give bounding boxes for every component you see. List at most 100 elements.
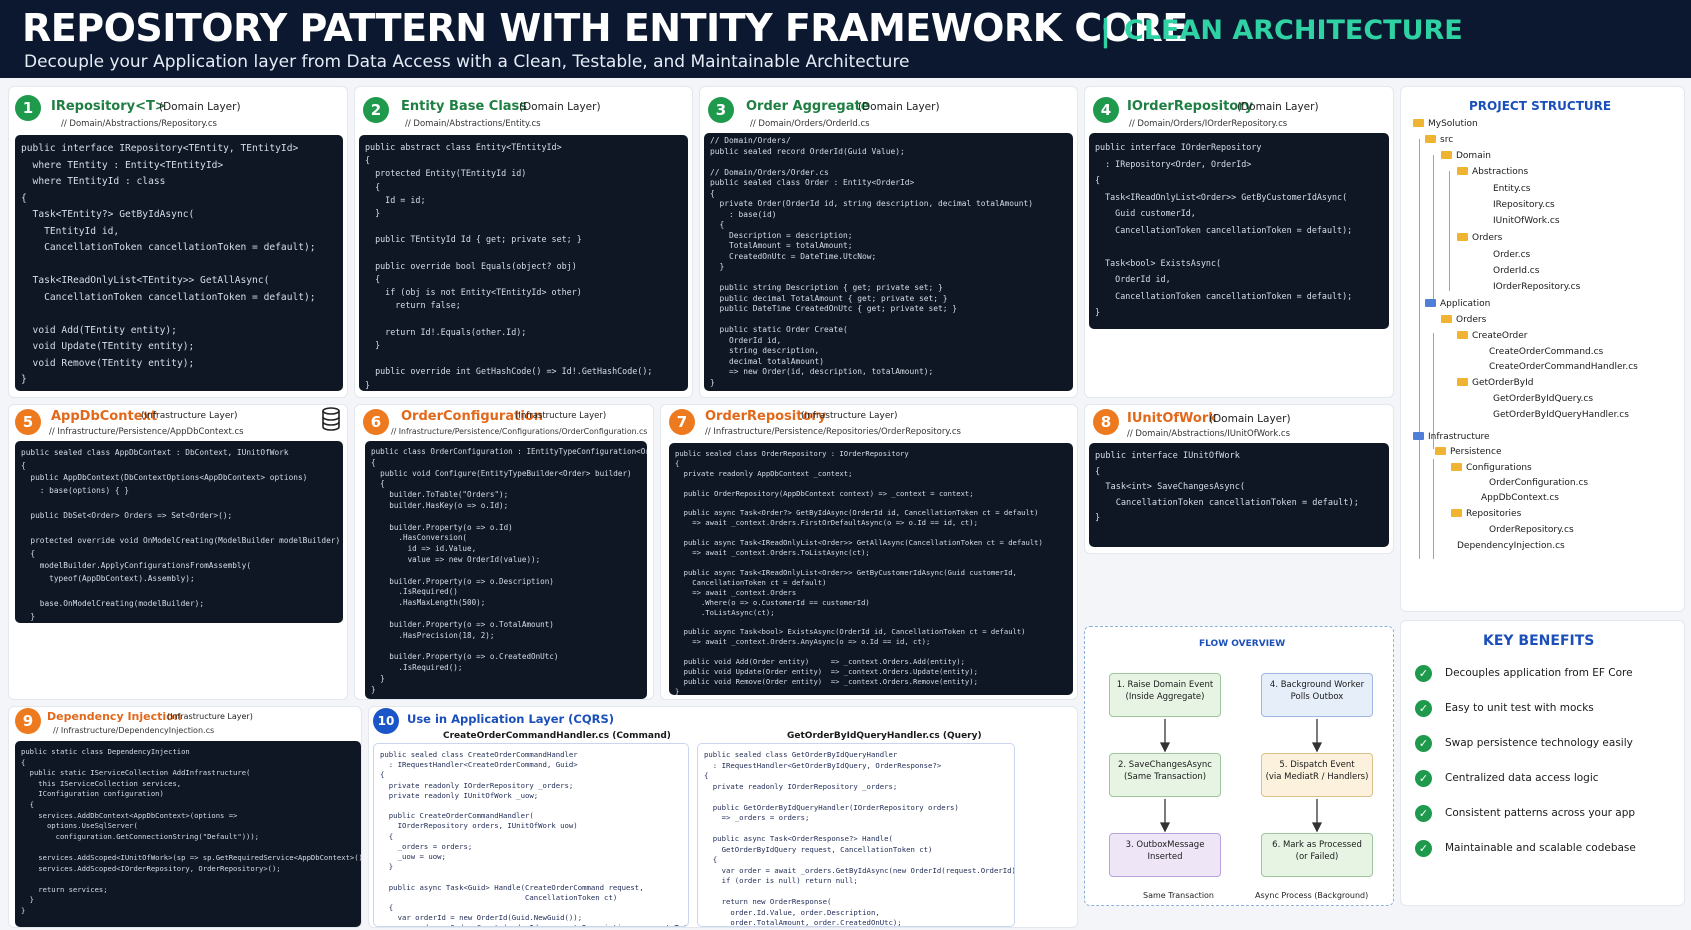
code-block: public sealed class OrderRepository : IO… — [669, 443, 1073, 695]
tree-file[interactable]: DependencyInjection.cs — [1457, 541, 1565, 551]
tree-file[interactable]: CreateOrderCommandHandler.cs — [1489, 362, 1638, 372]
code-block: public class OrderConfiguration : IEntit… — [365, 441, 647, 699]
tree-connector — [1419, 139, 1420, 559]
check-icon: ✓ — [1415, 770, 1432, 787]
tree-label: GetOrderById — [1472, 378, 1534, 388]
code-block: public static class DependencyInjection … — [15, 741, 361, 927]
tree-file[interactable]: Entity.cs — [1493, 184, 1531, 194]
tree-folder[interactable]: src — [1425, 135, 1453, 145]
header-banner: REPOSITORY PATTERN WITH ENTITY FRAMEWORK… — [0, 0, 1691, 78]
tree-file[interactable]: IOrderRepository.cs — [1493, 282, 1580, 292]
tree-label: src — [1440, 135, 1454, 145]
card-order-aggregate: 3 Order Aggregate (Domain Layer) // Doma… — [699, 86, 1078, 398]
card-number: 9 — [15, 708, 41, 734]
tree-folder[interactable]: Application — [1425, 299, 1490, 309]
card-orderrepository: 7 OrderRepository (Infrastructure Layer)… — [660, 404, 1078, 700]
tree-file[interactable]: IUnitOfWork.cs — [1493, 216, 1560, 226]
tree-file[interactable]: GetOrderByIdQueryHandler.cs — [1493, 410, 1629, 420]
tree-folder[interactable]: Domain — [1441, 151, 1491, 161]
folder-icon — [1457, 378, 1468, 386]
tree-folder[interactable]: Configurations — [1451, 463, 1532, 473]
tree-folder[interactable]: CreateOrder — [1457, 331, 1527, 341]
card-path: // Domain/Abstractions/Repository.cs — [61, 119, 217, 129]
code-block: // Domain/Orders/ public sealed record O… — [704, 133, 1073, 391]
tree-folder[interactable]: Persistence — [1435, 447, 1501, 457]
tree-folder[interactable]: Repositories — [1451, 509, 1521, 519]
benefit-item: Maintainable and scalable codebase — [1445, 842, 1636, 854]
database-icon — [322, 407, 340, 431]
tree-file[interactable]: OrderId.cs — [1493, 266, 1539, 276]
card-number: 8 — [1093, 409, 1119, 435]
flow-arrows — [1159, 719, 1323, 833]
check-icon: ✓ — [1415, 735, 1432, 752]
folder-icon — [1457, 167, 1468, 175]
code-block: public interface IOrderRepository : IRep… — [1089, 133, 1389, 329]
card-path: // Domain/Orders/IOrderRepository.cs — [1129, 119, 1288, 129]
card-title: IRepository<T> — [51, 99, 166, 114]
tree-file[interactable]: CreateOrderCommand.cs — [1489, 347, 1603, 357]
card-layer: (Infrastructure Layer) — [801, 411, 898, 421]
card-layer: (Domain Layer) — [1237, 101, 1319, 113]
tree-folder[interactable]: MySolution — [1413, 119, 1478, 129]
card-appdbcontext: 5 AppDbContext (Infrastructure Layer) //… — [8, 404, 348, 700]
flow-overview-panel: FLOW OVERVIEW 1. Raise Domain Event (Insi… — [1084, 626, 1394, 906]
project-structure-panel: PROJECT STRUCTURE MySolution src Domain … — [1400, 86, 1685, 612]
tree-label: Orders — [1472, 233, 1503, 243]
tree-file[interactable]: AppDbContext.cs — [1481, 493, 1559, 503]
page-title: REPOSITORY PATTERN WITH ENTITY FRAMEWORK… — [22, 6, 1188, 50]
folder-icon — [1451, 509, 1462, 517]
query-file-label: GetOrderByIdQueryHandler.cs (Query) — [787, 731, 982, 741]
tree-file[interactable]: OrderRepository.cs — [1489, 525, 1574, 535]
tree-label: Configurations — [1466, 463, 1532, 473]
tree-file[interactable]: IRepository.cs — [1493, 200, 1555, 210]
card-number: 2 — [363, 97, 389, 123]
card-title: Use in Application Layer (CQRS) — [407, 712, 615, 726]
tree-file[interactable]: OrderConfiguration.cs — [1489, 478, 1588, 488]
tree-connector — [1433, 459, 1434, 559]
tree-folder[interactable]: Orders — [1457, 233, 1502, 243]
tree-folder[interactable]: Infrastructure — [1413, 432, 1490, 442]
card-title: IOrderRepository — [1127, 99, 1254, 114]
tree-label: Domain — [1456, 151, 1491, 161]
card-dependency-injection: 9 Dependency Injection (Infrastructure L… — [8, 706, 362, 928]
code-block: public abstract class Entity<TEntityId> … — [359, 135, 688, 391]
tree-label: Infrastructure — [1428, 432, 1490, 442]
page-tagline: Decouple your Application layer from Dat… — [24, 52, 910, 72]
tree-label: MySolution — [1428, 119, 1478, 129]
card-iunitofwork: 8 IUnitOfWork (Domain Layer) // Domain/A… — [1084, 404, 1394, 554]
folder-icon — [1413, 119, 1424, 127]
card-number: 7 — [669, 409, 695, 435]
folder-icon — [1441, 151, 1452, 159]
code-block: public sealed class AppDbContext : DbCon… — [15, 441, 343, 623]
tree-label: Abstractions — [1472, 167, 1529, 177]
card-layer: (Infrastructure Layer) — [515, 411, 607, 421]
tree-label: Repositories — [1466, 509, 1522, 519]
tree-file[interactable]: GetOrderByIdQuery.cs — [1493, 394, 1593, 404]
card-layer: (Infrastructure Layer) — [167, 712, 253, 721]
benefit-item: Centralized data access logic — [1445, 772, 1599, 784]
tree-folder[interactable]: Orders — [1441, 315, 1486, 325]
tree-folder[interactable]: Abstractions — [1457, 167, 1528, 177]
card-title: Dependency Injection — [47, 710, 182, 723]
benefit-item: Swap persistence technology easily — [1445, 737, 1633, 749]
tree-file[interactable]: Order.cs — [1493, 250, 1530, 260]
card-irepository: 1 IRepository<T> (Domain Layer) // Domai… — [8, 86, 348, 398]
card-number: 4 — [1093, 97, 1119, 123]
project-structure-title: PROJECT STRUCTURE — [1469, 99, 1612, 113]
card-layer: (Domain Layer) — [858, 101, 940, 113]
card-cqrs-usage: 10 Use in Application Layer (CQRS) Creat… — [368, 706, 1078, 928]
card-number: 3 — [708, 97, 734, 123]
card-path: // Domain/Abstractions/Entity.cs — [405, 119, 541, 129]
key-benefits-panel: KEY BENEFITS ✓ Decouples application fro… — [1400, 620, 1685, 906]
tree-label: Application — [1440, 299, 1491, 309]
check-icon: ✓ — [1415, 700, 1432, 717]
card-number: 1 — [15, 95, 41, 121]
benefit-item: Easy to unit test with mocks — [1445, 702, 1594, 714]
card-layer: (Domain Layer) — [1209, 413, 1291, 425]
card-layer: (Domain Layer) — [519, 101, 601, 113]
tree-folder[interactable]: GetOrderById — [1457, 378, 1533, 388]
check-icon: ✓ — [1415, 805, 1432, 822]
tree-label: CreateOrder — [1472, 331, 1528, 341]
flow-caption: Async Process (Background) — [1255, 891, 1369, 900]
card-title: Order Aggregate — [746, 99, 870, 114]
